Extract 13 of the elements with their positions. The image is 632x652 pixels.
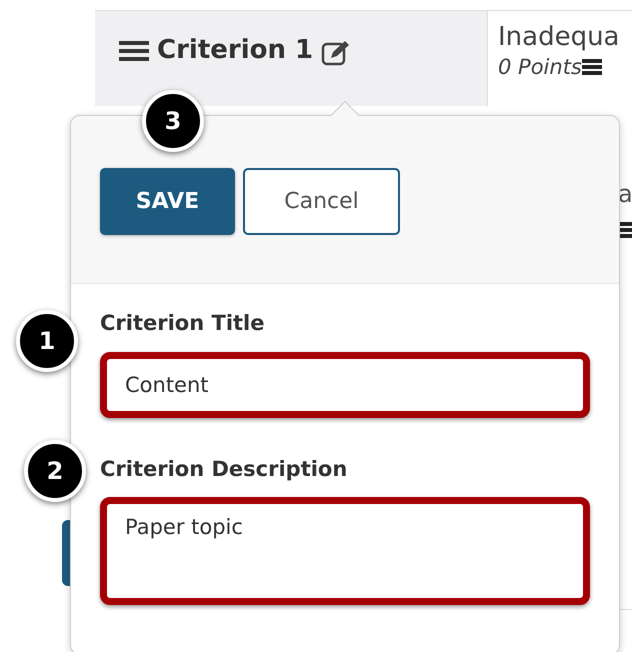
field-label: Criterion Title [100, 310, 266, 337]
description-textarea[interactable]: Paper topic [100, 497, 590, 605]
level-title: a [618, 179, 632, 210]
level-title: Inadequa [498, 23, 620, 52]
cancel-button[interactable]: Cancel [243, 168, 400, 235]
level-points: 0 Points [498, 54, 582, 81]
criterion-title: Criterion 1 [157, 34, 314, 67]
save-button[interactable]: SAVE [100, 168, 235, 235]
menu-icon[interactable] [582, 57, 602, 78]
menu-icon[interactable] [119, 39, 149, 63]
edit-icon[interactable] [321, 39, 352, 67]
title-input-field[interactable]: Content [100, 352, 590, 418]
field-label: Criterion Description [100, 456, 348, 482]
